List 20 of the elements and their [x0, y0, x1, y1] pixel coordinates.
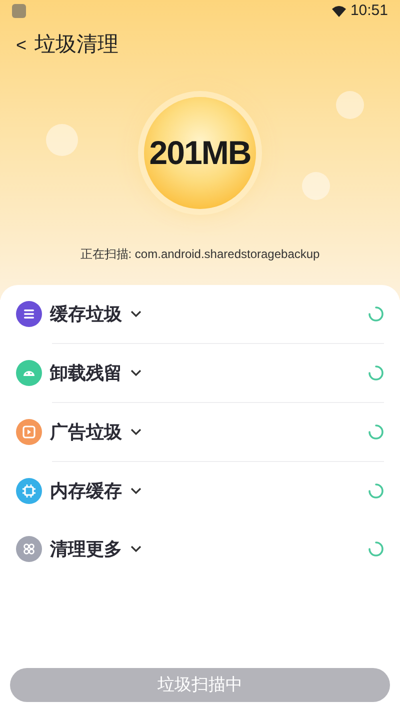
category-label[interactable]: 广告垃圾 [50, 418, 122, 446]
scanned-size: 201MB [149, 133, 251, 174]
wifi-icon [332, 6, 346, 16]
decorative-bubble [46, 124, 78, 156]
chevron-down-icon[interactable] [130, 545, 142, 553]
chevron-down-icon[interactable] [130, 369, 142, 377]
category-label[interactable]: 清理更多 [50, 536, 122, 562]
chevron-down-icon[interactable] [130, 310, 142, 318]
chevron-down-icon[interactable] [130, 428, 142, 436]
category-label[interactable]: 卸载残留 [50, 360, 122, 386]
decorative-bubble [302, 172, 330, 200]
category-label[interactable]: 内存缓存 [50, 478, 122, 504]
decorative-bubble [336, 91, 364, 119]
chevron-down-icon[interactable] [130, 487, 142, 495]
scan-status: 正在扫描: com.android.sharedstoragebackup [80, 247, 320, 261]
category-label[interactable]: 缓存垃圾 [50, 300, 122, 328]
status-time: 10:51 [350, 0, 388, 21]
back-button[interactable]: < [16, 32, 27, 58]
app-notification-icon [12, 4, 26, 18]
page-title: 垃圾清理 [34, 32, 119, 58]
